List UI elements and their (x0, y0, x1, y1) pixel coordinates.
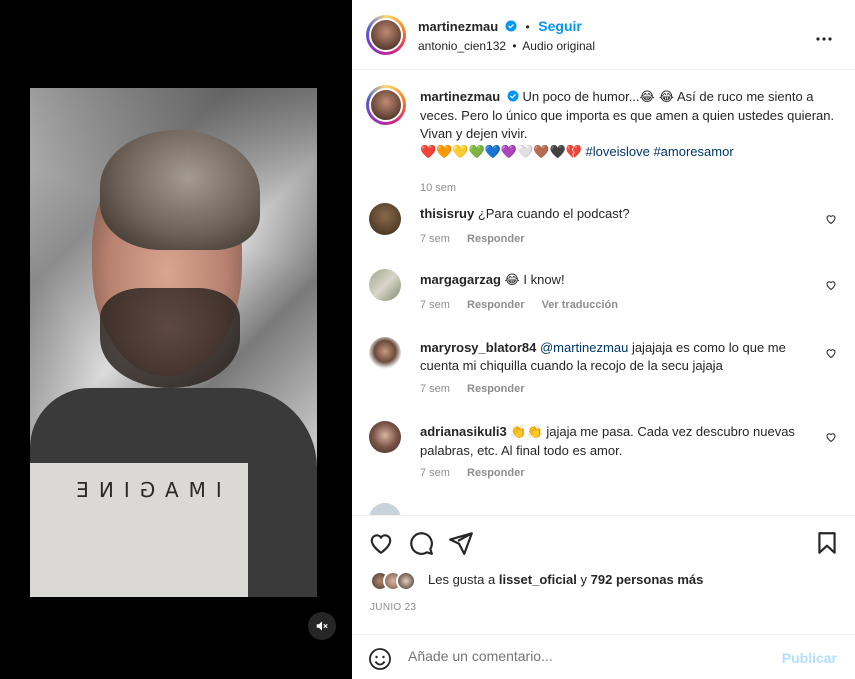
hashtag-loveislove[interactable]: #loveislove (586, 144, 650, 159)
likes-user[interactable]: lisset_oficial (499, 572, 577, 587)
comment-composer: Publicar (352, 634, 855, 679)
comment-avatar[interactable] (369, 503, 401, 515)
translate-button[interactable]: Ver traducción (542, 299, 618, 311)
comment-avatar[interactable] (369, 421, 401, 453)
audio-separator: • (512, 39, 517, 53)
video-beard (100, 288, 240, 388)
publish-button[interactable]: Publicar (782, 650, 837, 666)
verified-icon (507, 90, 519, 102)
comment-age: 7 sem (420, 233, 450, 245)
comment-input[interactable] (408, 648, 768, 664)
heart-icon[interactable] (825, 347, 837, 359)
caption-hearts: ❤️🧡💛💚💙💜🤍🤎🖤💔 (420, 145, 582, 160)
video-shirt-text: IMAGINE (66, 478, 222, 502)
comment-age: 7 sem (420, 299, 450, 311)
comment-icon[interactable] (408, 530, 434, 556)
emoji-icon[interactable] (368, 647, 392, 671)
caption-age: 10 sem (420, 182, 457, 194)
bookmark-icon[interactable] (814, 530, 840, 556)
comment-username[interactable]: adrianasikuli3 (420, 424, 507, 439)
likes-mid: y (580, 572, 588, 587)
video-hair (100, 130, 260, 250)
heart-icon[interactable] (825, 431, 837, 443)
verified-icon (505, 20, 517, 32)
post-date: JUNIO 23 (370, 602, 417, 613)
comment-avatar[interactable] (369, 269, 401, 301)
comment-username[interactable]: thisisruy (420, 206, 474, 221)
media-panel: IMAGINE (0, 0, 352, 679)
follow-button[interactable]: Seguir (538, 18, 582, 34)
heart-icon[interactable] (825, 279, 837, 291)
video-player[interactable]: IMAGINE (30, 88, 317, 597)
reply-button[interactable]: Responder (467, 383, 524, 395)
audio-user[interactable]: antonio_cien132 (418, 39, 506, 53)
caption-text-start: Un poco de humor... (522, 89, 640, 104)
heart-icon[interactable] (825, 213, 837, 225)
author-username[interactable]: martinezmau (418, 19, 498, 34)
likes-prefix: Les gusta a (428, 572, 496, 587)
comment-age: 7 sem (420, 383, 450, 395)
caption-avatar[interactable] (366, 85, 406, 125)
liked-by-avatars[interactable] (370, 571, 426, 591)
mute-icon (316, 621, 328, 631)
comment-username[interactable]: margagarzag (420, 272, 501, 287)
likes-summary: Les gusta a lisset_oficial y 792 persona… (428, 572, 703, 587)
reply-button[interactable]: Responder (467, 233, 524, 245)
author-avatar[interactable] (366, 15, 406, 55)
post-panel: martinezmau • Seguir antonio_cien132 • A… (352, 0, 855, 679)
heart-icon[interactable] (368, 530, 394, 556)
more-icon (816, 37, 832, 41)
comment-age: 7 sem (420, 467, 450, 479)
comment-username[interactable]: maryrosy_blator84 (420, 340, 536, 355)
header-dot: • (525, 20, 530, 34)
comment-emoji: 😂 (504, 273, 520, 288)
comment-avatar[interactable] (369, 203, 401, 235)
comment-avatar[interactable] (369, 337, 401, 369)
more-options-button[interactable] (815, 26, 833, 47)
mute-button[interactable] (308, 612, 336, 640)
likes-count[interactable]: 792 personas más (591, 572, 704, 587)
comments-list[interactable]: martinezmau Un poco de humor...😂 😂 Así d… (352, 70, 855, 515)
reply-button[interactable]: Responder (467, 467, 524, 479)
caption-username[interactable]: martinezmau (420, 89, 500, 104)
audio-label[interactable]: Audio original (522, 39, 595, 53)
post-header: martinezmau • Seguir antonio_cien132 • A… (352, 0, 855, 70)
comment-mention[interactable]: @martinezmau (540, 340, 628, 355)
comment-text: ¿Para cuando el podcast? (477, 206, 630, 221)
share-icon[interactable] (448, 530, 474, 556)
comment-emoji: 👏👏 (510, 425, 543, 440)
comment-text: I know! (523, 272, 565, 287)
reply-button[interactable]: Responder (467, 299, 524, 311)
caption-laugh-emojis: 😂 😂 (639, 90, 675, 105)
hashtag-amoresamor[interactable]: #amoresamor (653, 144, 733, 159)
